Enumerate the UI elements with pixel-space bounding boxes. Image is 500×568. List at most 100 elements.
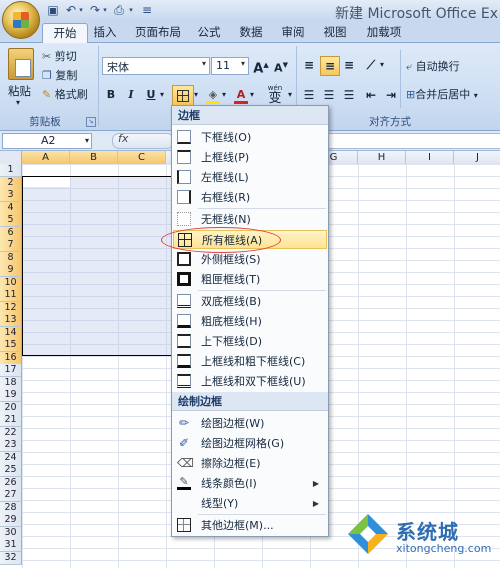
row-header[interactable]: 25 (0, 464, 22, 477)
column-header[interactable]: J (454, 151, 500, 164)
menu-item-outside-borders[interactable]: 外侧框线(S) (173, 250, 327, 269)
row-header[interactable]: 8 (0, 251, 22, 265)
menu-item-draw-border[interactable]: ✏ 绘图边框(W) (173, 414, 327, 433)
align-bottom-icon[interactable]: ≡ (340, 56, 358, 74)
menu-item-thick-bottom-border[interactable]: 粗底框线(H) (173, 312, 327, 331)
orientation-icon[interactable]: ⟋ (362, 56, 380, 74)
copy-button[interactable]: ❐ 复制 (42, 67, 77, 85)
row-header[interactable]: 20 (0, 401, 22, 415)
row-header[interactable]: 32 (0, 551, 22, 565)
phonetic-button[interactable]: wén 变 (262, 84, 288, 106)
tab-home[interactable]: 开始 (42, 23, 88, 43)
menu-item-top-border[interactable]: 上框线(P) (173, 148, 327, 167)
italic-button[interactable]: I (122, 86, 140, 104)
phonetic-dropdown-icon[interactable]: ▾ (288, 90, 292, 99)
font-color-button[interactable]: A (232, 86, 250, 104)
row-header[interactable]: 16 (0, 351, 22, 365)
menu-item-draw-border-grid[interactable]: ✐ 绘图边框网格(G) (173, 434, 327, 453)
print-dropdown-icon[interactable]: ▾ (124, 3, 138, 17)
row-header[interactable]: 9 (0, 264, 22, 277)
row-header[interactable]: 1 (0, 164, 22, 177)
column-header[interactable]: I (406, 151, 454, 164)
row-header[interactable]: 6 (0, 226, 22, 240)
row-header[interactable]: 23 (0, 439, 22, 452)
menu-item-left-border[interactable]: 左框线(L) (173, 168, 327, 187)
select-all-corner[interactable] (0, 151, 22, 164)
selected-range[interactable] (22, 176, 174, 356)
underline-button[interactable]: U (142, 86, 160, 104)
row-header[interactable]: 17 (0, 364, 22, 377)
insert-function-button[interactable]: fx (118, 132, 128, 145)
menu-item-top-double-bottom-border[interactable]: 上框线和双下框线(U) (173, 372, 327, 391)
redo-dropdown-icon[interactable]: ▾ (98, 3, 112, 17)
save-icon[interactable]: ▣ (46, 3, 60, 17)
customize-qat-icon[interactable]: ≡ (140, 3, 154, 17)
fill-dropdown-icon[interactable]: ▾ (222, 90, 226, 99)
row-header[interactable]: 5 (0, 214, 22, 227)
column-header[interactable]: C (118, 151, 166, 164)
row-header[interactable]: 28 (0, 501, 22, 515)
tab-review[interactable]: 审阅 (278, 23, 308, 42)
underline-dropdown-icon[interactable]: ▾ (160, 90, 164, 99)
tab-data[interactable]: 数据 (236, 23, 266, 42)
row-header[interactable]: 14 (0, 326, 22, 340)
row-header[interactable]: 10 (0, 276, 22, 290)
tab-page-layout[interactable]: 页面布局 (130, 23, 186, 42)
row-header[interactable]: 29 (0, 514, 22, 527)
decrease-indent-icon[interactable]: ⇤ (362, 86, 380, 104)
tab-view[interactable]: 视图 (320, 23, 350, 42)
menu-item-erase-border[interactable]: ⌫ 擦除边框(E) (173, 454, 327, 473)
row-header[interactable]: 30 (0, 526, 22, 540)
row-header[interactable]: 13 (0, 314, 22, 327)
tab-formulas[interactable]: 公式 (194, 23, 224, 42)
tab-insert[interactable]: 插入 (90, 23, 120, 42)
row-header[interactable]: 24 (0, 451, 22, 465)
column-header[interactable]: H (358, 151, 406, 164)
align-center-icon[interactable]: ☰ (320, 86, 338, 104)
row-header[interactable]: 22 (0, 426, 22, 440)
paste-dropdown-icon[interactable]: ▾ (16, 98, 20, 107)
fill-color-icon[interactable]: ◈ (204, 86, 222, 104)
increase-indent-icon[interactable]: ⇥ (382, 86, 400, 104)
row-header[interactable]: 31 (0, 539, 22, 552)
menu-item-line-style[interactable]: 线型(Y) ▶ (173, 494, 327, 513)
cut-button[interactable]: ✂ 剪切 (42, 48, 77, 66)
row-header[interactable]: 18 (0, 376, 22, 390)
font-color-dropdown-icon[interactable]: ▾ (250, 90, 254, 99)
align-left-icon[interactable]: ☰ (300, 86, 318, 104)
clipboard-launcher-icon[interactable]: ↘ (86, 117, 96, 127)
format-painter-button[interactable]: ✎ 格式刷 (42, 86, 88, 104)
row-header[interactable]: 11 (0, 289, 22, 302)
bold-button[interactable]: B (102, 86, 120, 104)
wrap-text-button[interactable]: ⤶ 自动换行 (406, 58, 460, 76)
row-header[interactable]: 4 (0, 201, 22, 215)
menu-item-thick-box-border[interactable]: 粗匣框线(T) (173, 270, 327, 289)
paste-icon[interactable] (8, 48, 34, 80)
undo-dropdown-icon[interactable]: ▾ (74, 3, 88, 17)
orientation-dropdown-icon[interactable]: ▾ (380, 60, 384, 69)
row-header[interactable]: 7 (0, 239, 22, 252)
row-header[interactable]: 15 (0, 339, 22, 352)
menu-item-bottom-border[interactable]: 下框线(O) (173, 128, 327, 147)
column-header[interactable]: A (22, 151, 70, 164)
column-header[interactable]: B (70, 151, 118, 164)
name-box[interactable]: A2 ▾ (2, 133, 92, 149)
row-header[interactable]: 21 (0, 414, 22, 427)
menu-item-bottom-double-border[interactable]: 双底框线(B) (173, 292, 327, 311)
menu-item-top-thick-bottom-border[interactable]: 上框线和粗下框线(C) (173, 352, 327, 371)
row-header[interactable]: 26 (0, 476, 22, 490)
font-size-combo[interactable]: 11 ▾ (211, 57, 249, 75)
grow-font-button[interactable]: A▲ (252, 56, 270, 76)
merge-center-button[interactable]: ⊞合并后居中 ▾ (406, 86, 478, 104)
menu-item-more-borders[interactable]: 其他边框(M)... (173, 516, 327, 535)
row-header[interactable]: 2 (0, 176, 22, 190)
borders-button[interactable] (172, 85, 194, 106)
align-right-icon[interactable]: ☰ (340, 86, 358, 104)
menu-item-top-bottom-border[interactable]: 上下框线(D) (173, 332, 327, 351)
row-header[interactable]: 19 (0, 389, 22, 402)
shrink-font-button[interactable]: A▼ (272, 56, 290, 75)
menu-item-right-border[interactable]: 右框线(R) (173, 188, 327, 207)
borders-dropdown-icon[interactable]: ▾ (194, 90, 198, 99)
align-middle-icon[interactable]: ≡ (320, 56, 340, 76)
menu-item-line-color[interactable]: ✎ 线条颜色(I) ▶ (173, 474, 327, 493)
